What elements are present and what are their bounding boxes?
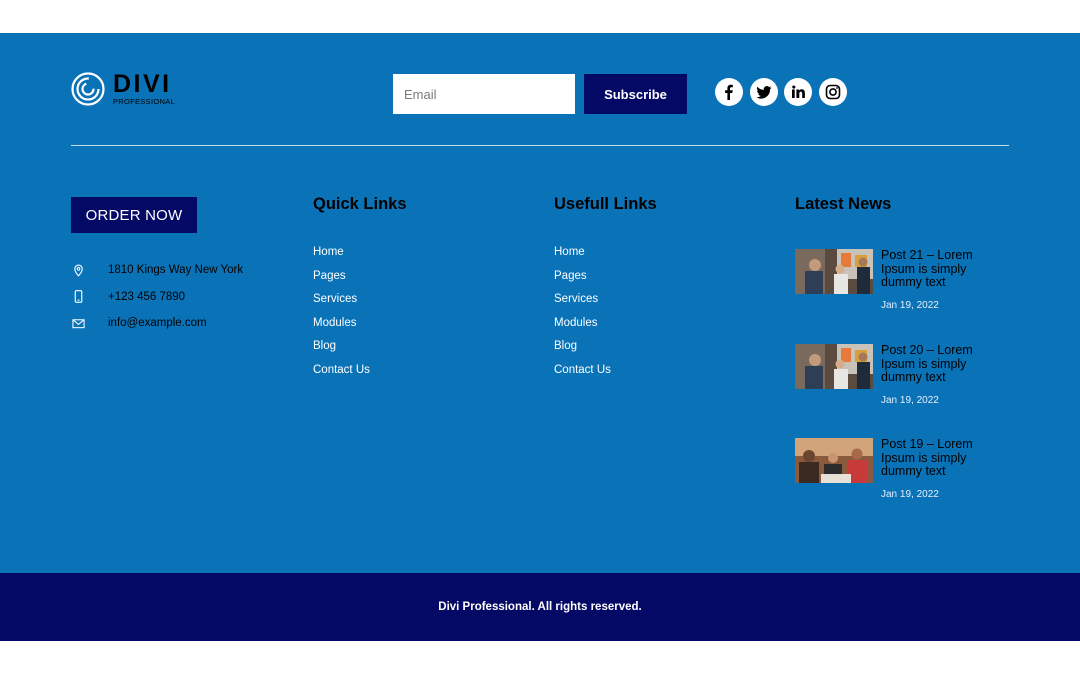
facebook-link[interactable] <box>715 78 743 106</box>
news-thumbnail-image[interactable] <box>795 249 873 294</box>
quick-links-heading: Quick Links <box>313 195 407 213</box>
news-thumbnail-image[interactable] <box>795 344 873 389</box>
office-photo-icon <box>795 344 873 389</box>
brand-name: DIVI <box>113 70 172 99</box>
latest-news-heading: Latest News <box>795 195 892 213</box>
contact-address: 1810 Kings Way New York <box>71 257 243 284</box>
quick-link-blog[interactable]: Blog <box>313 339 370 363</box>
quick-link-home[interactable]: Home <box>313 245 370 269</box>
twitter-link[interactable] <box>749 78 778 106</box>
twitter-icon <box>755 86 771 99</box>
meeting-photo-icon <box>795 438 873 483</box>
news-date: Jan 19, 2022 <box>881 300 939 311</box>
useful-link-pages[interactable]: Pages <box>554 269 611 293</box>
useful-link-blog[interactable]: Blog <box>554 339 611 363</box>
quick-link-services[interactable]: Services <box>313 292 370 316</box>
brand-tagline: PROFESSIONAL <box>113 97 175 107</box>
facebook-icon <box>725 84 733 100</box>
quick-link-modules[interactable]: Modules <box>313 316 370 340</box>
contact-email-text: info@example.com <box>108 317 207 330</box>
brand-logo[interactable]: DIVI PROFESSIONAL <box>71 72 175 106</box>
news-title[interactable]: Post 21 – Lorem Ipsum is simply dummy te… <box>881 248 991 290</box>
contact-list: 1810 Kings Way New York +123 456 7890 in… <box>71 257 243 337</box>
subscribe-button[interactable]: Subscribe <box>584 74 687 114</box>
useful-link-services[interactable]: Services <box>554 292 611 316</box>
news-title[interactable]: Post 20 – Lorem Ipsum is simply dummy te… <box>881 343 991 385</box>
quick-link-pages[interactable]: Pages <box>313 269 370 293</box>
useful-link-contact-us[interactable]: Contact Us <box>554 363 611 387</box>
instagram-icon <box>825 84 840 100</box>
contact-phone[interactable]: +123 456 7890 <box>71 284 243 311</box>
logo-mark-icon <box>71 72 105 106</box>
linkedin-icon <box>792 85 805 98</box>
quick-link-contact-us[interactable]: Contact Us <box>313 363 370 387</box>
useful-link-home[interactable]: Home <box>554 245 611 269</box>
office-photo-icon <box>795 249 873 294</box>
envelope-icon <box>71 315 85 331</box>
location-pin-icon <box>71 262 85 278</box>
news-title[interactable]: Post 19 – Lorem Ipsum is simply dummy te… <box>881 437 991 479</box>
email-input[interactable] <box>393 74 575 114</box>
useful-link-modules[interactable]: Modules <box>554 316 611 340</box>
instagram-link[interactable] <box>818 78 847 106</box>
copyright-text: Divi Professional. All rights reserved. <box>438 601 642 613</box>
footer-divider <box>71 145 1009 146</box>
contact-email[interactable]: info@example.com <box>71 310 243 337</box>
news-date: Jan 19, 2022 <box>881 395 939 406</box>
contact-address-text: 1810 Kings Way New York <box>108 264 244 277</box>
footer-bottom-bar: Divi Professional. All rights reserved. <box>0 573 1080 641</box>
contact-phone-text: +123 456 7890 <box>108 290 186 303</box>
mobile-phone-icon <box>71 289 85 305</box>
news-date: Jan 19, 2022 <box>881 489 939 500</box>
social-links <box>715 78 847 106</box>
news-thumbnail-image[interactable] <box>795 438 873 483</box>
quick-links-list: Home Pages Services Modules Blog Contact… <box>313 245 370 386</box>
order-now-button[interactable]: ORDER NOW <box>71 197 197 233</box>
linkedin-link[interactable] <box>784 78 812 106</box>
useful-links-heading: Usefull Links <box>554 195 657 213</box>
useful-links-list: Home Pages Services Modules Blog Contact… <box>554 245 611 386</box>
